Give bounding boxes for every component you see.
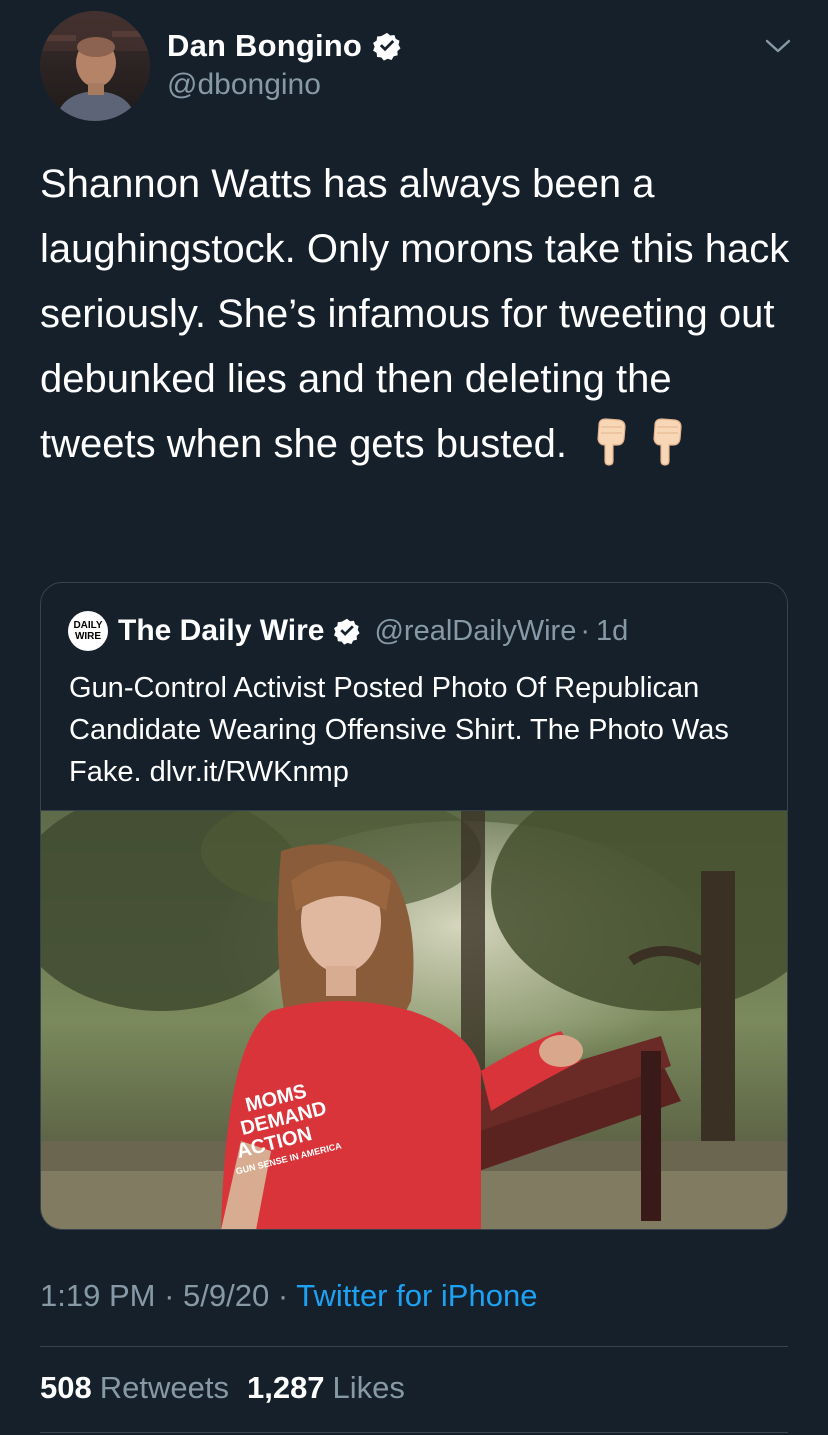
pointing-down-emoji-icon — [653, 418, 682, 466]
quoted-handle: @realDailyWire — [374, 614, 577, 647]
logo-text-top: DAILY — [73, 620, 103, 631]
divider — [40, 1346, 788, 1347]
meta-separator: · — [269, 1278, 297, 1313]
daily-wire-logo-icon: DAILY WIRE — [68, 611, 108, 651]
tweet-time[interactable]: 1:19 PM — [40, 1278, 155, 1313]
meta-separator: · — [155, 1278, 184, 1313]
author-name-row[interactable]: Dan Bongino — [167, 26, 402, 66]
tweet-stats: 508 Retweets 1,287 Likes — [40, 1370, 405, 1406]
retweets-label: Retweets — [99, 1370, 229, 1405]
user-avatar-photo-icon — [40, 11, 150, 121]
tweet-detail: Dan Bongino @dbongino Shannon Watts has … — [0, 0, 828, 1435]
likes-count: 1,287 — [246, 1370, 325, 1405]
likes-stat[interactable]: 1,287 Likes — [247, 1370, 405, 1405]
verified-badge-icon — [334, 618, 361, 645]
quoted-time-ago: 1d — [596, 614, 629, 647]
quoted-tweet-card[interactable]: DAILY WIRE The Daily Wire @realDailyWire… — [40, 582, 788, 1230]
author-handle[interactable]: @dbongino — [167, 68, 321, 102]
likes-label: Likes — [332, 1370, 405, 1405]
tweet-text: Shannon Watts has always been a laughing… — [40, 152, 790, 477]
quoted-tweet-text: Gun-Control Activist Posted Photo Of Rep… — [69, 672, 729, 788]
divider — [40, 1432, 788, 1433]
logo-text-bottom: WIRE — [74, 631, 102, 642]
tweet-source-link[interactable]: Twitter for iPhone — [296, 1278, 537, 1313]
author-display-name[interactable]: Dan Bongino — [167, 28, 362, 64]
retweets-count: 508 — [40, 1370, 92, 1405]
quoted-tweet-header: DAILY WIRE The Daily Wire @realDailyWire… — [68, 611, 628, 651]
quoted-display-name: The Daily Wire — [118, 614, 325, 647]
retweets-stat[interactable]: 508 Retweets — [40, 1370, 229, 1405]
tweet-date[interactable]: 5/9/20 — [183, 1278, 269, 1313]
photo-woman-on-park-bench-icon[interactable]: MOMS DEMAND ACTION GUN SENSE IN AMERICA — [41, 810, 787, 1230]
quoted-separator: · — [580, 614, 590, 647]
verified-badge-icon — [373, 32, 401, 61]
pointing-down-emoji-icon — [597, 418, 626, 466]
tweet-meta: 1:19 PM · 5/9/20 · Twitter for iPhone — [40, 1278, 537, 1314]
author-avatar[interactable] — [40, 11, 150, 121]
chevron-down-icon[interactable] — [764, 34, 792, 58]
